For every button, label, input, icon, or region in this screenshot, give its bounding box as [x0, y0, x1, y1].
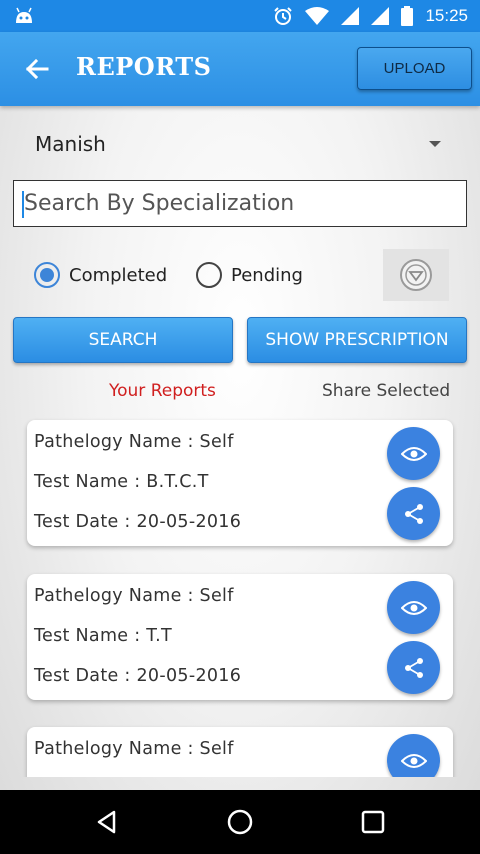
spinner-value: Manish	[35, 132, 106, 156]
show-prescription-button[interactable]: SHOW PRESCRIPTION	[247, 317, 467, 363]
page-title: REPORTS	[76, 52, 212, 81]
share-icon	[404, 657, 423, 678]
pathology-name: Pathelogy Name : Self	[34, 739, 234, 759]
nav-recents-icon[interactable]	[358, 807, 388, 837]
wifi-icon	[305, 7, 330, 25]
report-list[interactable]: Pathelogy Name : Self Test Name : B.T.C.…	[0, 410, 480, 777]
system-nav-bar	[0, 790, 480, 854]
nav-home-icon[interactable]	[225, 807, 255, 837]
eye-icon	[400, 753, 427, 768]
filter-icon	[400, 259, 432, 291]
pathology-name: Pathelogy Name : Self	[34, 432, 234, 452]
search-input[interactable]: Search By Specialization	[13, 180, 467, 227]
battery-icon	[401, 6, 414, 26]
search-placeholder: Search By Specialization	[24, 191, 295, 216]
radio-circle	[196, 262, 222, 288]
report-card[interactable]: Pathelogy Name : Self Test Name : B.T.C.…	[27, 420, 453, 546]
report-card[interactable]: Pathelogy Name : Self	[27, 727, 453, 777]
radio-pending-label: Pending	[231, 264, 303, 286]
app-bar: REPORTS UPLOAD	[0, 32, 480, 106]
test-name: Test Name : T.T	[34, 626, 173, 646]
share-icon	[404, 503, 423, 524]
share-selected-link[interactable]: Share Selected	[322, 381, 450, 401]
eye-icon	[400, 446, 427, 461]
view-report-button[interactable]	[387, 581, 440, 634]
radio-completed-label: Completed	[69, 264, 168, 286]
dropdown-arrow-icon	[429, 141, 441, 147]
search-button[interactable]: SEARCH	[13, 317, 233, 363]
radio-pending[interactable]: Pending	[196, 260, 303, 290]
share-report-button[interactable]	[387, 641, 440, 694]
test-name: Test Name : B.T.C.T	[34, 472, 209, 492]
patient-spinner[interactable]: Manish	[35, 130, 455, 160]
your-reports-heading: Your Reports	[109, 381, 216, 401]
nav-back-icon[interactable]	[92, 807, 122, 837]
view-report-button[interactable]	[387, 427, 440, 480]
report-card[interactable]: Pathelogy Name : Self Test Name : T.T Te…	[27, 574, 453, 700]
signal-icon	[341, 7, 360, 25]
android-icon	[16, 7, 32, 23]
test-date: Test Date : 20-05-2016	[34, 666, 242, 686]
filter-button[interactable]	[383, 249, 449, 301]
status-bar: 15:25	[0, 0, 480, 32]
view-report-button[interactable]	[387, 734, 440, 777]
radio-circle	[34, 262, 60, 288]
upload-button[interactable]: UPLOAD	[357, 47, 472, 90]
pathology-name: Pathelogy Name : Self	[34, 586, 234, 606]
test-date: Test Date : 20-05-2016	[34, 512, 242, 532]
radio-completed[interactable]: Completed	[34, 260, 167, 290]
signal-icon	[371, 7, 390, 25]
back-arrow-icon[interactable]	[22, 54, 52, 84]
share-report-button[interactable]	[387, 487, 440, 540]
clock: 15:25	[425, 6, 468, 25]
eye-icon	[400, 600, 427, 615]
alarm-icon	[274, 7, 293, 25]
